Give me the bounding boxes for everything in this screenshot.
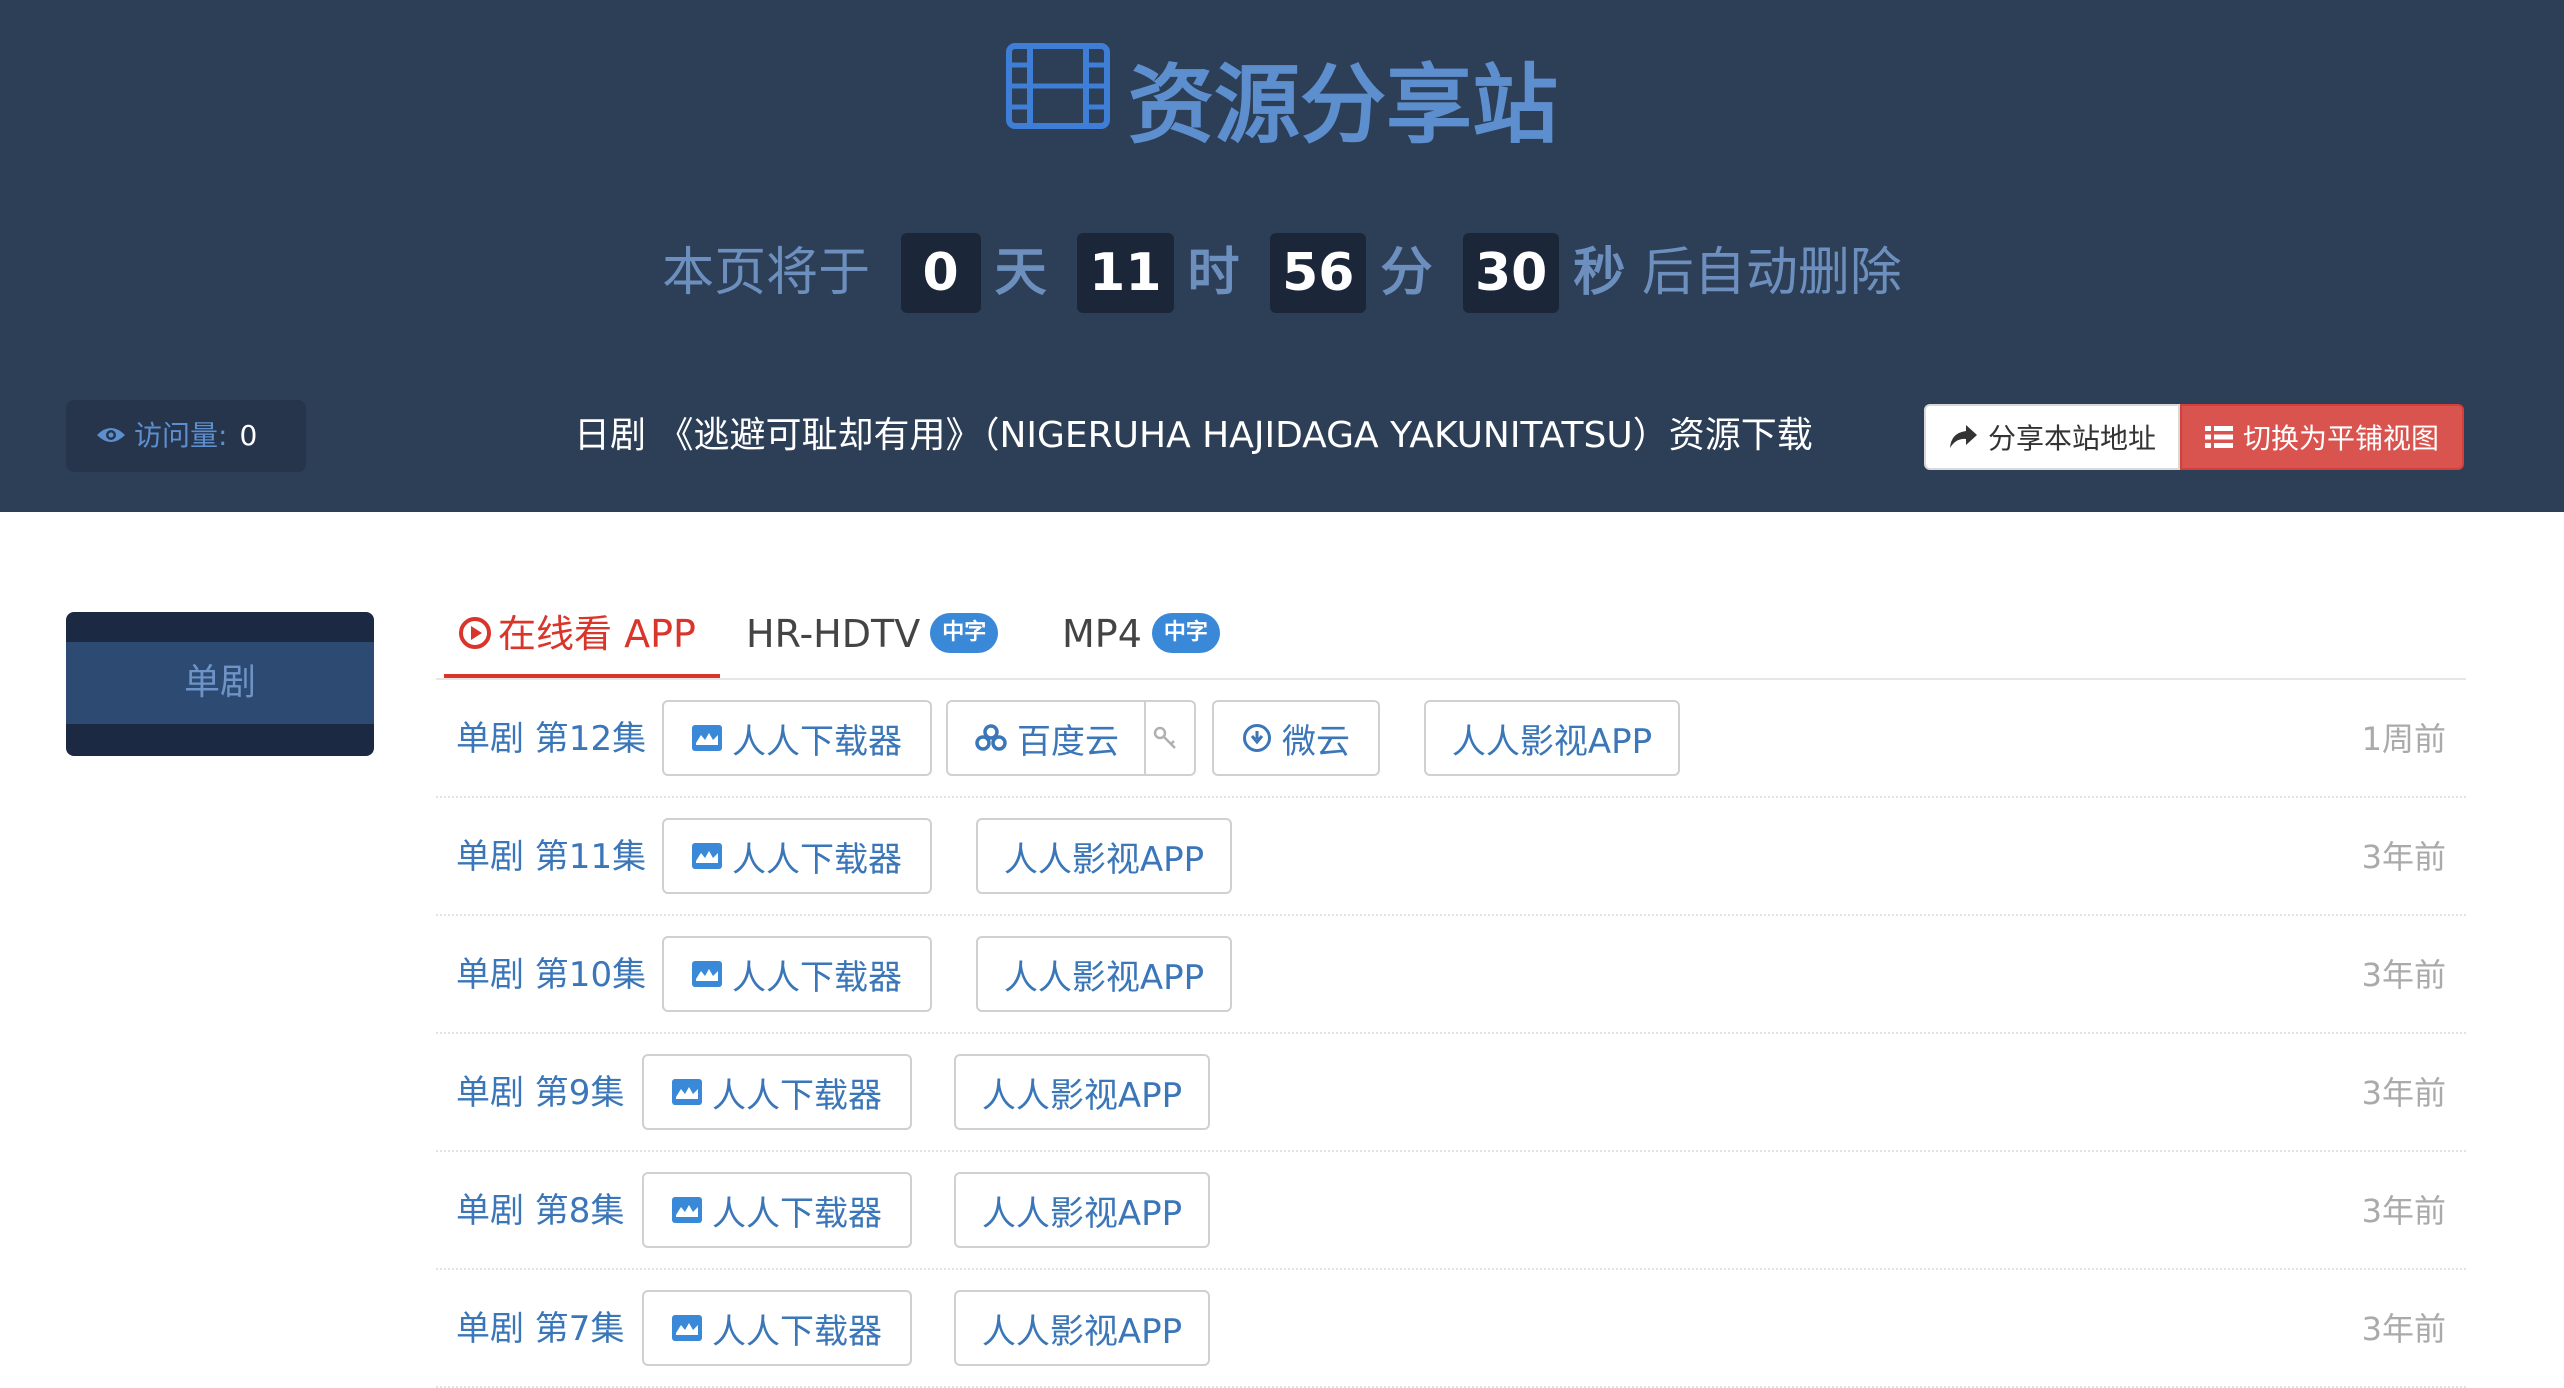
weiyun-button[interactable]: 微云 bbox=[1212, 700, 1380, 776]
episode-label[interactable]: 单剧 第10集 bbox=[456, 916, 646, 1034]
renren-downloader-button[interactable]: 人人下载器 bbox=[642, 1054, 912, 1130]
renren-downloader-label: 人人下载器 bbox=[712, 1075, 882, 1116]
countdown-suffix: 后自动删除 bbox=[1641, 243, 1902, 303]
page-heading: 日剧 《逃避可耻却有用》（NIGERUHA HAJIDAGA YAKUNITAT… bbox=[574, 415, 1813, 456]
episode-time: 3年前 bbox=[2361, 838, 2446, 876]
renren-downloader-button[interactable]: 人人下载器 bbox=[662, 818, 932, 894]
renren-app-button[interactable]: 人人影视APP bbox=[976, 818, 1232, 894]
renren-app-label: 人人影视APP bbox=[981, 1075, 1183, 1116]
renren-downloader-button[interactable]: 人人下载器 bbox=[662, 700, 932, 776]
eye-icon bbox=[97, 428, 125, 442]
share-site-button[interactable]: 分享本站地址 bbox=[1924, 404, 2180, 470]
tab-mp4-label: MP4 bbox=[1062, 612, 1142, 656]
downloader-icon bbox=[692, 961, 722, 987]
renren-app-label: 人人影视APP bbox=[1003, 957, 1205, 998]
tab-hr-hdtv-badge: 中字 bbox=[930, 612, 999, 653]
tile-view-button-label: 切换为平铺视图 bbox=[2242, 422, 2439, 455]
share-site-button-label: 分享本站地址 bbox=[1987, 422, 2156, 455]
tab-mp4[interactable]: MP4 中字 bbox=[1062, 598, 1220, 678]
episode-label[interactable]: 单剧 第7集 bbox=[456, 1270, 624, 1388]
renren-app-label: 人人影视APP bbox=[981, 1311, 1183, 1352]
episode-label[interactable]: 单剧 第12集 bbox=[456, 680, 646, 798]
countdown-minutes-unit: 分 bbox=[1380, 243, 1433, 303]
site-title-text: 资源分享站 bbox=[1128, 55, 1558, 156]
renren-downloader-label: 人人下载器 bbox=[732, 957, 902, 998]
baidu-cloud-button[interactable]: 百度云 bbox=[946, 700, 1196, 776]
episode-row: 单剧 第11集 人人下载器 人人影视APP 3年前 bbox=[436, 798, 2466, 916]
renren-downloader-label: 人人下载器 bbox=[732, 721, 902, 762]
renren-app-label: 人人影视APP bbox=[1003, 839, 1205, 880]
weiyun-label: 微云 bbox=[1282, 721, 1350, 762]
season-sidebar: 单剧 bbox=[66, 612, 374, 756]
weiyun-download-icon bbox=[1243, 724, 1271, 752]
episode-time: 3年前 bbox=[2361, 956, 2446, 994]
visit-counter-label: 访问量: bbox=[134, 419, 228, 452]
renren-app-button[interactable]: 人人影视APP bbox=[954, 1290, 1210, 1366]
visit-counter: 访问量: 0 bbox=[66, 400, 306, 472]
episode-time: 3年前 bbox=[2361, 1192, 2446, 1230]
renren-app-button[interactable]: 人人影视APP bbox=[976, 936, 1232, 1012]
episode-row: 单剧 第10集 人人下载器 人人影视APP 3年前 bbox=[436, 916, 2466, 1034]
countdown-days-unit: 天 bbox=[994, 243, 1047, 303]
baidu-cloud-icon bbox=[975, 724, 1007, 751]
renren-app-button[interactable]: 人人影视APP bbox=[954, 1172, 1210, 1248]
header: 资源分享站 本页将于 0天 11 时 56 分 30 秒 后自动删除 访问量: 0 日剧… bbox=[0, 0, 2564, 512]
renren-app-label: 人人影视APP bbox=[981, 1193, 1183, 1234]
countdown-hours-unit: 时 bbox=[1187, 243, 1240, 303]
downloader-icon bbox=[672, 1315, 702, 1341]
renren-app-label: 人人影视APP bbox=[1451, 721, 1653, 762]
downloader-icon bbox=[692, 843, 722, 869]
countdown-days: 0 bbox=[900, 233, 981, 313]
countdown-seconds: 30 bbox=[1463, 233, 1560, 313]
downloader-icon bbox=[672, 1197, 702, 1223]
renren-app-button[interactable]: 人人影视APP bbox=[954, 1054, 1210, 1130]
site-title[interactable]: 资源分享站 bbox=[0, 40, 2564, 166]
episode-row: 单剧 第8集 人人下载器 人人影视APP 3年前 bbox=[436, 1152, 2466, 1270]
countdown-prefix: 本页将于 bbox=[662, 243, 871, 303]
tab-online-app[interactable]: 在线看 APP bbox=[444, 598, 720, 678]
renren-downloader-label: 人人下载器 bbox=[732, 839, 902, 880]
countdown: 本页将于 0天 11 时 56 分 30 秒 后自动删除 bbox=[0, 228, 2564, 315]
renren-downloader-button[interactable]: 人人下载器 bbox=[642, 1172, 912, 1248]
tab-online-app-label: 在线看 APP bbox=[498, 612, 696, 656]
downloader-icon bbox=[672, 1079, 702, 1105]
renren-downloader-button[interactable]: 人人下载器 bbox=[662, 936, 932, 1012]
episode-label[interactable]: 单剧 第9集 bbox=[456, 1034, 624, 1152]
visit-counter-value: 0 bbox=[239, 419, 258, 452]
baidu-cloud-label: 百度云 bbox=[1017, 721, 1119, 762]
downloader-icon bbox=[692, 725, 722, 751]
episode-list: 单剧 第12集 人人下载器 百度云 微云 人人影视APP 1周前 单剧 第11集 bbox=[436, 680, 2466, 1388]
episode-time: 1周前 bbox=[2361, 720, 2446, 758]
format-tabs: 在线看 APP HR-HDTV 中字 MP4 中字 bbox=[436, 598, 2466, 680]
renren-app-button[interactable]: 人人影视APP bbox=[1424, 700, 1680, 776]
renren-downloader-label: 人人下载器 bbox=[712, 1311, 882, 1352]
tab-mp4-badge: 中字 bbox=[1151, 612, 1220, 653]
countdown-hours: 11 bbox=[1077, 233, 1174, 313]
episode-label[interactable]: 单剧 第8集 bbox=[456, 1152, 624, 1270]
key-icon[interactable] bbox=[1144, 702, 1194, 774]
tab-hr-hdtv[interactable]: HR-HDTV 中字 bbox=[746, 598, 999, 678]
header-button-group: 分享本站地址 切换为平铺视图 bbox=[1924, 404, 2464, 470]
episode-time: 3年前 bbox=[2361, 1310, 2446, 1348]
sidebar-item-single[interactable]: 单剧 bbox=[66, 642, 374, 724]
share-arrow-icon bbox=[1949, 425, 1977, 448]
episode-time: 3年前 bbox=[2361, 1074, 2446, 1112]
film-icon bbox=[1006, 40, 1110, 160]
countdown-minutes: 56 bbox=[1270, 233, 1367, 313]
tab-hr-hdtv-label: HR-HDTV bbox=[746, 612, 921, 656]
renren-downloader-label: 人人下载器 bbox=[712, 1193, 882, 1234]
renren-downloader-button[interactable]: 人人下载器 bbox=[642, 1290, 912, 1366]
play-circle-icon bbox=[459, 616, 491, 649]
episode-label[interactable]: 单剧 第11集 bbox=[456, 798, 646, 916]
countdown-seconds-unit: 秒 bbox=[1573, 243, 1626, 303]
episode-row: 单剧 第9集 人人下载器 人人影视APP 3年前 bbox=[436, 1034, 2466, 1152]
episode-row: 单剧 第7集 人人下载器 人人影视APP 3年前 bbox=[436, 1270, 2466, 1388]
list-icon bbox=[2204, 426, 2233, 448]
tile-view-button[interactable]: 切换为平铺视图 bbox=[2180, 404, 2464, 470]
episode-row: 单剧 第12集 人人下载器 百度云 微云 人人影视APP 1周前 bbox=[436, 680, 2466, 798]
